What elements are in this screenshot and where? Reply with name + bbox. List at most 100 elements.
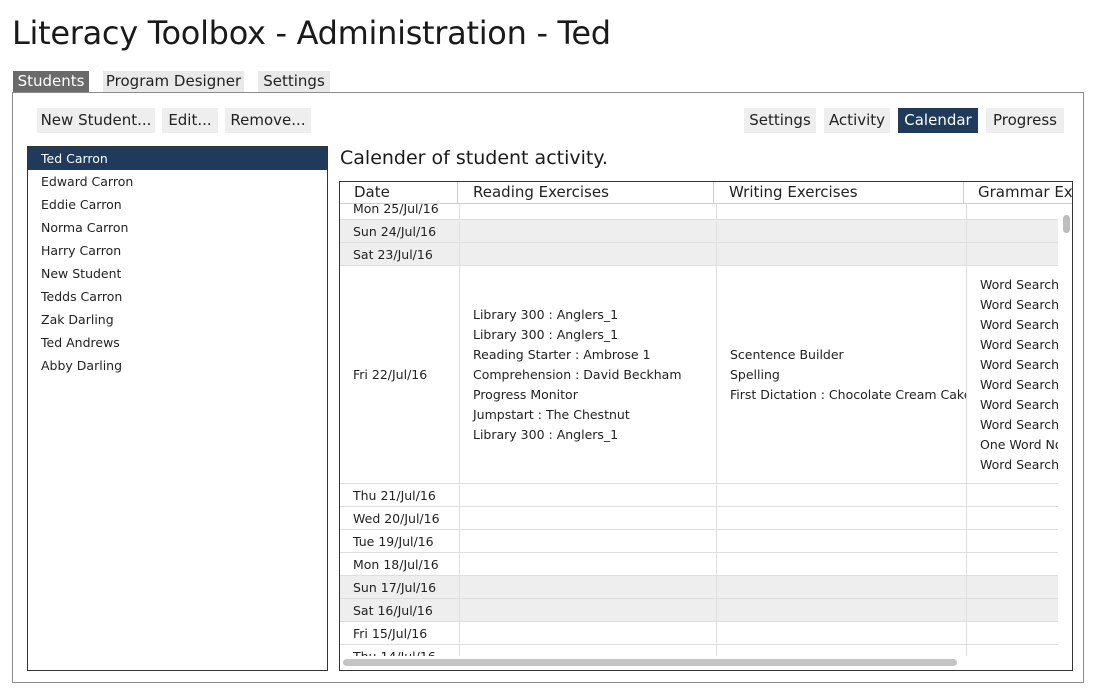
vertical-scroll-thumb[interactable]	[1063, 215, 1070, 233]
calendar-table: Date Reading Exercises Writing Exercises…	[339, 181, 1073, 671]
writing-cell	[717, 507, 967, 529]
horizontal-scroll-thumb[interactable]	[343, 659, 957, 666]
date-cell: Sun 24/Jul/16	[340, 220, 460, 242]
date-cell: Sat 16/Jul/16	[340, 599, 460, 621]
view-tab-progress[interactable]: Progress	[986, 108, 1064, 133]
view-tab-activity[interactable]: Activity	[824, 108, 890, 133]
reading-cell: Library 300 : Anglers_1 Library 300 : Ang…	[460, 266, 717, 483]
calendar-row[interactable]: Fri 22/Jul/16 Library 300 : Anglers_1 Libr…	[340, 266, 1058, 484]
view-tab-settings[interactable]: Settings	[744, 108, 816, 133]
calendar-row[interactable]: Mon 18/Jul/16	[340, 553, 1058, 576]
date-cell: Thu 21/Jul/16	[340, 484, 460, 506]
reading-cell	[460, 645, 717, 656]
writing-cell	[717, 484, 967, 506]
exercise-entry: Library 300 : Anglers_1	[473, 307, 619, 322]
writing-cell	[717, 576, 967, 598]
writing-cell	[717, 530, 967, 552]
reading-cell	[460, 243, 717, 265]
student-list-item[interactable]: Tedds Carron	[28, 285, 327, 308]
grammar-cell	[967, 599, 1058, 621]
date-cell: Tue 19/Jul/16	[340, 530, 460, 552]
writing-cell	[717, 553, 967, 575]
edit-button[interactable]: Edit...	[162, 108, 218, 133]
new-student-button[interactable]: New Student...	[37, 108, 155, 133]
grammar-cell	[967, 576, 1058, 598]
date-cell: Wed 20/Jul/16	[340, 507, 460, 529]
reading-cell	[460, 553, 717, 575]
exercise-entry: Comprehension : David Beckham	[473, 367, 682, 382]
exercise-entry: Library 300 : Anglers_1	[473, 327, 619, 342]
date-cell: Mon 18/Jul/16	[340, 553, 460, 575]
exercise-entry: Word Search	[980, 317, 1058, 332]
grammar-cell	[967, 243, 1058, 265]
student-list-item[interactable]: Harry Carron	[28, 239, 327, 262]
student-list[interactable]: Ted Carron Edward Carron Eddie Carron Norma…	[27, 146, 328, 671]
student-list-item[interactable]: Norma Carron	[28, 216, 327, 239]
exercise-entry: Word Search	[980, 277, 1058, 292]
grammar-cell	[967, 507, 1058, 529]
date-cell: Sat 23/Jul/16	[340, 243, 460, 265]
calendar-row[interactable]: Mon 25/Jul/16	[340, 204, 1058, 220]
student-list-item[interactable]: Edward Carron	[28, 170, 327, 193]
calendar-row[interactable]: Sun 24/Jul/16	[340, 220, 1058, 243]
reading-cell	[460, 204, 717, 219]
student-list-item[interactable]: Ted Andrews	[28, 331, 327, 354]
exercise-entry: Reading Starter : Ambrose 1	[473, 347, 651, 362]
calendar-header: Date Reading Exercises Writing Exercises…	[340, 182, 1072, 204]
grammar-cell: Word Search Word Search Word Search Word Se…	[967, 266, 1058, 483]
calendar-row[interactable]: Thu 21/Jul/16	[340, 484, 1058, 507]
tab-students[interactable]: Students	[13, 71, 89, 92]
column-header-reading[interactable]: Reading Exercises	[458, 182, 714, 203]
calendar-body[interactable]: Mon 25/Jul/16 Sun 24/Jul/16 Sat 23/Jul/16 F…	[340, 204, 1058, 656]
tab-settings[interactable]: Settings	[258, 71, 330, 92]
writing-cell	[717, 243, 967, 265]
grammar-cell	[967, 622, 1058, 644]
view-tab-calendar[interactable]: Calendar	[898, 108, 978, 133]
app-title: Literacy Toolbox - Administration - Ted	[12, 14, 611, 52]
date-cell: Fri 22/Jul/16	[340, 266, 460, 483]
tab-program-designer[interactable]: Program Designer	[103, 71, 244, 92]
vertical-scrollbar[interactable]	[1059, 215, 1071, 655]
student-list-item[interactable]: Zak Darling	[28, 308, 327, 331]
reading-cell	[460, 599, 717, 621]
grammar-cell	[967, 484, 1058, 506]
column-header-grammar[interactable]: Grammar Exe	[964, 182, 1072, 203]
exercise-entry: Word Search	[980, 377, 1058, 392]
exercise-entry: Word Search	[980, 337, 1058, 352]
remove-button[interactable]: Remove...	[225, 108, 311, 133]
calendar-row[interactable]: Thu 14/Jul/16	[340, 645, 1058, 656]
student-list-item[interactable]: New Student	[28, 262, 327, 285]
calendar-row[interactable]: Sun 17/Jul/16	[340, 576, 1058, 599]
calendar-row[interactable]: Sat 23/Jul/16	[340, 243, 1058, 266]
column-header-date[interactable]: Date	[340, 182, 458, 203]
calendar-row[interactable]: Wed 20/Jul/16	[340, 507, 1058, 530]
reading-cell	[460, 507, 717, 529]
exercise-entry: Word Search	[980, 457, 1058, 472]
exercise-entry: Progress Monitor	[473, 387, 578, 402]
calendar-row[interactable]: Sat 16/Jul/16	[340, 599, 1058, 622]
students-panel: New Student... Edit... Remove... Setting…	[12, 92, 1084, 683]
exercise-entry: Scentence Builder	[730, 347, 844, 362]
date-cell: Sun 17/Jul/16	[340, 576, 460, 598]
exercise-entry: Word Search	[980, 357, 1058, 372]
grammar-cell	[967, 530, 1058, 552]
reading-cell	[460, 622, 717, 644]
calendar-row[interactable]: Fri 15/Jul/16	[340, 622, 1058, 645]
grammar-cell	[967, 553, 1058, 575]
grammar-cell	[967, 204, 1058, 219]
reading-cell	[460, 530, 717, 552]
calendar-row[interactable]: Tue 19/Jul/16	[340, 530, 1058, 553]
student-list-item[interactable]: Abby Darling	[28, 354, 327, 377]
writing-cell	[717, 599, 967, 621]
column-header-writing[interactable]: Writing Exercises	[714, 182, 964, 203]
exercise-entry: Word Search	[980, 397, 1058, 412]
grammar-cell	[967, 220, 1058, 242]
reading-cell	[460, 484, 717, 506]
calendar-title: Calender of student activity.	[340, 147, 608, 169]
date-cell: Mon 25/Jul/16	[340, 204, 460, 219]
writing-cell	[717, 204, 967, 219]
student-list-item[interactable]: Eddie Carron	[28, 193, 327, 216]
writing-cell	[717, 645, 967, 656]
exercise-entry: Jumpstart : The Chestnut	[473, 407, 630, 422]
student-list-item[interactable]: Ted Carron	[28, 147, 327, 170]
